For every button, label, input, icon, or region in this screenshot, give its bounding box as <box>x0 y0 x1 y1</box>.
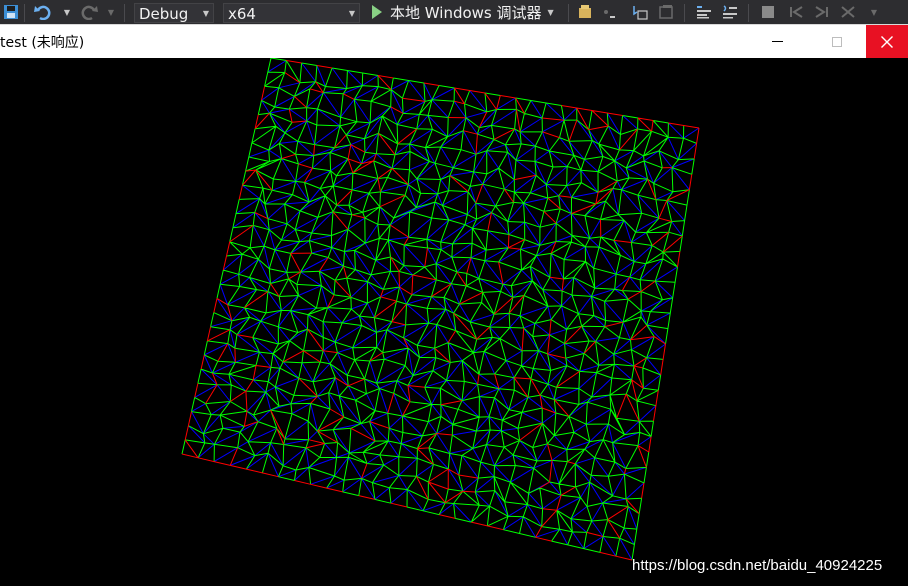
undo-icon[interactable] <box>32 2 54 22</box>
window-title: test (未响应) <box>0 35 85 51</box>
chevron-down-icon: ▼ <box>547 7 554 17</box>
toolbar-separator <box>684 4 685 22</box>
maximize-button[interactable] <box>814 25 860 58</box>
mesh-diagonal-edges <box>188 60 700 561</box>
save-icon[interactable] <box>2 2 20 22</box>
toolbar-separator <box>124 4 125 22</box>
mesh-internal-edges <box>181 58 697 561</box>
run-label: 本地 Windows 调试器 <box>390 3 542 22</box>
breakpoint-icon[interactable] <box>758 2 778 22</box>
minimize-icon <box>771 41 783 42</box>
configuration-value: Debug <box>139 5 189 23</box>
toolbar-separator <box>24 4 25 22</box>
configuration-select[interactable]: Debug ▼ <box>134 3 214 23</box>
mesh-highlight-edges <box>181 60 700 561</box>
platform-value: x64 <box>228 5 256 23</box>
clear-icon[interactable] <box>838 2 858 22</box>
start-debugging-button[interactable]: 本地 Windows 调试器 ▼ <box>372 2 554 22</box>
chevron-down-icon: ▼ <box>202 9 209 18</box>
close-icon <box>881 35 893 48</box>
window-titlebar: test (未响应) <box>0 24 908 58</box>
render-canvas[interactable] <box>0 58 908 586</box>
step-over-icon[interactable] <box>600 2 618 22</box>
vs-toolbar: ▼ ▼ Debug ▼ x64 ▼ 本地 Windows 调试器 ▼ ▼ <box>0 0 908 24</box>
undo-dropdown-icon[interactable]: ▼ <box>60 2 74 22</box>
window-icon[interactable] <box>656 2 676 22</box>
uncomment-icon[interactable] <box>720 2 740 22</box>
find-icon[interactable] <box>576 2 596 22</box>
nav-back-icon[interactable] <box>786 2 806 22</box>
overflow-dropdown-icon[interactable]: ▼ <box>866 2 882 22</box>
toolbar-separator <box>568 4 569 22</box>
chevron-down-icon: ▼ <box>348 9 355 18</box>
start-debug-icon <box>372 5 382 19</box>
toolbar-separator <box>748 4 749 22</box>
platform-select[interactable]: x64 ▼ <box>223 3 360 23</box>
close-button[interactable] <box>866 25 908 58</box>
nav-forward-icon[interactable] <box>812 2 832 22</box>
comment-icon[interactable] <box>694 2 714 22</box>
redo-dropdown-icon[interactable]: ▼ <box>104 2 118 22</box>
triangle-mesh <box>181 58 700 561</box>
minimize-button[interactable] <box>754 25 800 58</box>
bookmark-icon[interactable] <box>630 2 650 22</box>
maximize-icon <box>832 36 842 47</box>
watermark-url: https://blog.csdn.net/baidu_40924225 <box>632 557 883 574</box>
redo-icon[interactable] <box>78 2 100 22</box>
